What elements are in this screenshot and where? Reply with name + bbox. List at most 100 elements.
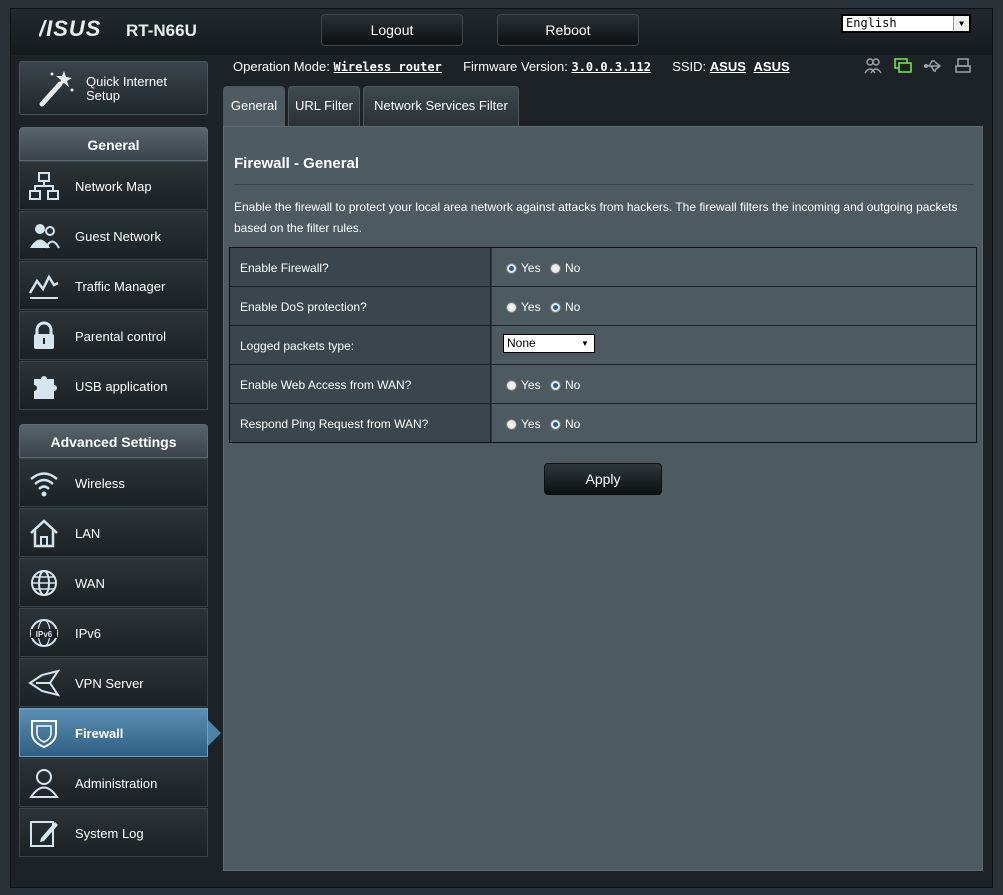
sidebar-item-label: Traffic Manager xyxy=(75,279,166,294)
tab-general[interactable]: General xyxy=(223,86,285,126)
setting-label: Enable DoS protection? xyxy=(230,287,491,325)
sidebar-item-ipv6[interactable]: IPv6 IPv6 xyxy=(19,608,208,657)
sidebar-item-usb-application[interactable]: USB application xyxy=(19,361,208,410)
settings-table: Enable Firewall? Yes No Enable DoS prote… xyxy=(229,247,977,443)
radio-label-yes: Yes xyxy=(521,417,541,431)
sidebar-item-system-log[interactable]: System Log xyxy=(19,808,208,857)
web-access-wan-no-radio[interactable] xyxy=(550,380,561,391)
magic-wand-icon xyxy=(39,71,74,107)
setting-value: Yes No xyxy=(492,248,976,286)
radio-label-no: No xyxy=(565,300,581,314)
sidebar-item-wan[interactable]: WAN xyxy=(19,558,208,607)
radio-label-yes: Yes xyxy=(521,261,541,275)
sidebar-item-wireless[interactable]: Wireless xyxy=(19,458,208,507)
router-model: RT-N66U xyxy=(126,21,197,40)
network-map-icon xyxy=(29,172,59,200)
setting-row-web-access-from-wan: Enable Web Access from WAN? Yes No xyxy=(230,365,976,404)
setting-value: Yes No xyxy=(492,365,976,403)
dos-protection-no-radio[interactable] xyxy=(550,302,561,313)
language-value: English xyxy=(846,16,897,30)
quick-internet-setup-label: Quick Internet Setup xyxy=(86,74,167,103)
top-bar: /ISUS RT-N66U Logout Reboot English ▼ xyxy=(11,9,992,55)
tab-url-filter[interactable]: URL Filter xyxy=(288,86,360,126)
content-panel: Firewall - General Enable the firewall t… xyxy=(223,126,983,871)
svg-text:IPv6: IPv6 xyxy=(36,630,53,639)
sidebar-item-lan[interactable]: LAN xyxy=(19,508,208,557)
router-admin-window: /ISUS RT-N66U Logout Reboot English ▼ Op… xyxy=(10,8,993,888)
asus-logo: /ISUS xyxy=(38,16,113,46)
sidebar-item-firewall[interactable]: Firewall xyxy=(19,708,221,757)
menu-header-general: General xyxy=(19,127,208,161)
radio-label-no: No xyxy=(565,417,581,431)
setting-row-logged-packets-type: Logged packets type: None ▼ xyxy=(230,326,976,365)
sidebar-item-label: IPv6 xyxy=(75,626,102,641)
chevron-down-icon: ▼ xyxy=(953,16,969,31)
asus-logo-mark: /ISUS xyxy=(38,16,101,41)
status-line: Operation Mode: Wireless router Firmware… xyxy=(233,59,790,74)
system-log-icon xyxy=(30,821,58,847)
ssid-link-2[interactable]: ASUS xyxy=(754,59,790,74)
radio-label-yes: Yes xyxy=(521,300,541,314)
parental-control-icon xyxy=(34,321,54,349)
sidebar-item-parental-control[interactable]: Parental control xyxy=(19,311,208,360)
sidebar-item-label: LAN xyxy=(75,526,101,541)
sidebar-item-label: VPN Server xyxy=(75,676,144,691)
apply-button[interactable]: Apply xyxy=(544,463,662,495)
operation-mode-label: Operation Mode: xyxy=(233,59,330,74)
logged-packets-type-select[interactable]: None ▼ xyxy=(503,334,595,353)
sidebar-item-label: Guest Network xyxy=(75,229,161,244)
page-description: Enable the firewall to protect your loca… xyxy=(234,200,958,235)
sidebar-item-label: Firewall xyxy=(75,726,124,741)
logout-button[interactable]: Logout xyxy=(321,14,463,46)
setting-value: None ▼ xyxy=(492,326,976,364)
enable-firewall-no-radio[interactable] xyxy=(550,263,561,274)
language-select[interactable]: English ▼ xyxy=(841,14,971,33)
reboot-button[interactable]: Reboot xyxy=(497,14,639,46)
internet-connected-icon[interactable] xyxy=(893,57,913,75)
select-value: None xyxy=(507,336,536,350)
ssid-link-1[interactable]: ASUS xyxy=(710,59,746,74)
web-access-wan-yes-radio[interactable] xyxy=(506,380,517,391)
lan-icon xyxy=(30,519,58,548)
enable-firewall-yes-radio[interactable] xyxy=(506,263,517,274)
radio-label-no: No xyxy=(565,261,581,275)
sidebar-item-label: WAN xyxy=(75,576,105,591)
radio-label-no: No xyxy=(565,378,581,392)
setting-label: Enable Web Access from WAN? xyxy=(230,365,491,403)
vpn-server-icon xyxy=(28,669,60,697)
firmware-link[interactable]: 3.0.0.3.112 xyxy=(571,60,650,74)
svg-text:/ISUS: /ISUS xyxy=(39,18,101,40)
page-title: Firewall - General xyxy=(234,155,360,172)
sidebar-item-guest-network[interactable]: Guest Network xyxy=(19,211,208,260)
sidebar-item-traffic-manager[interactable]: Traffic Manager xyxy=(19,261,208,310)
ping-wan-yes-radio[interactable] xyxy=(506,419,517,430)
sidebar-item-network-map[interactable]: Network Map xyxy=(19,161,208,210)
setting-value: Yes No xyxy=(492,404,976,442)
operation-mode-link[interactable]: Wireless router xyxy=(333,60,441,74)
setting-row-enable-firewall: Enable Firewall? Yes No xyxy=(230,248,976,287)
dos-protection-yes-radio[interactable] xyxy=(506,302,517,313)
firewall-icon xyxy=(31,720,57,748)
sidebar-item-label: Network Map xyxy=(75,179,152,194)
setting-value: Yes No xyxy=(492,287,976,325)
tab-network-services-filter[interactable]: Network Services Filter xyxy=(363,86,519,126)
clients-icon[interactable] xyxy=(863,57,883,75)
quick-internet-setup-button[interactable]: Quick Internet Setup xyxy=(19,61,208,115)
wan-icon xyxy=(31,570,57,596)
divider xyxy=(234,184,974,185)
menu-header-advanced-settings: Advanced Settings xyxy=(19,424,208,458)
sidebar-item-administration[interactable]: Administration xyxy=(19,758,208,807)
setting-label: Logged packets type: xyxy=(230,326,491,364)
setting-label: Respond Ping Request from WAN? xyxy=(230,404,491,442)
sidebar-item-label: Parental control xyxy=(75,329,167,344)
usb-icon[interactable] xyxy=(923,57,943,75)
sidebar-item-label: Administration xyxy=(75,776,158,791)
guest-network-icon xyxy=(30,224,60,249)
printer-icon[interactable] xyxy=(953,57,973,75)
wireless-icon xyxy=(30,472,58,497)
ping-wan-no-radio[interactable] xyxy=(550,419,561,430)
setting-label: Enable Firewall? xyxy=(230,248,491,286)
sidebar-item-vpn-server[interactable]: VPN Server xyxy=(19,658,208,707)
firmware-label: Firmware Version: xyxy=(463,59,568,74)
usb-application-icon xyxy=(34,376,57,399)
